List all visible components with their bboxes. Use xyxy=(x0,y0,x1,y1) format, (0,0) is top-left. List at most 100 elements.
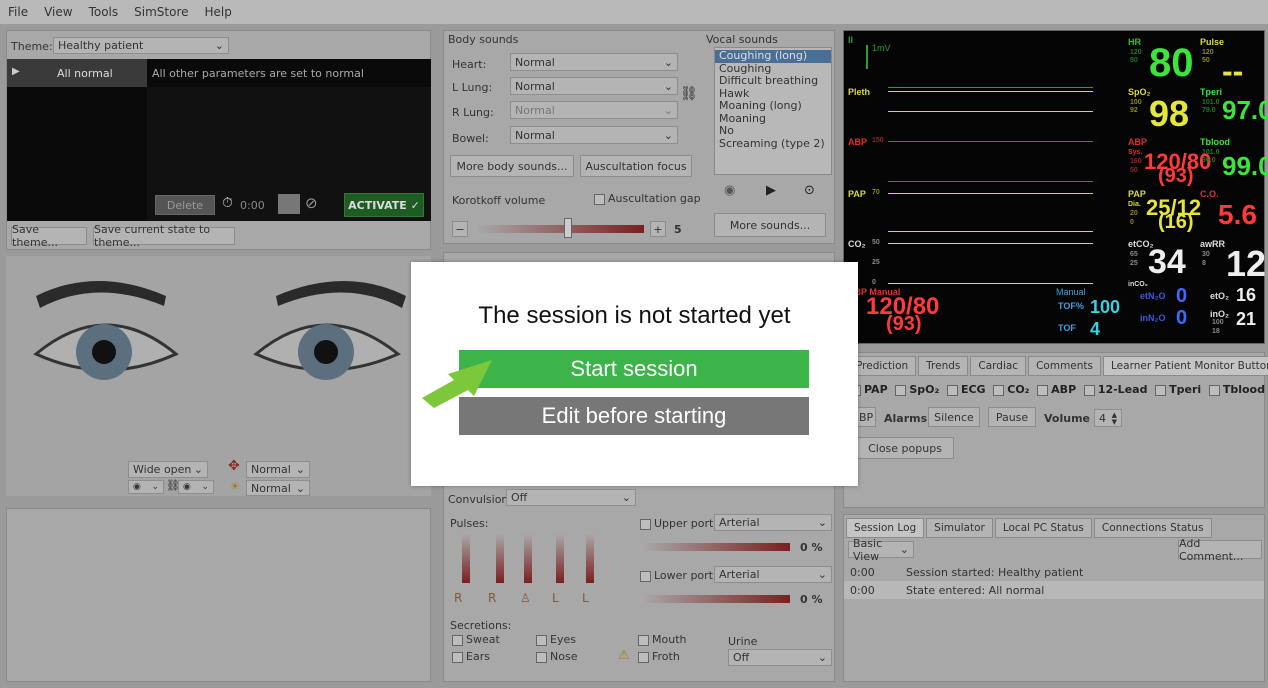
auscultation-gap-checkbox[interactable]: Auscultation gap xyxy=(594,192,701,205)
mouth-checkbox[interactable]: Mouth xyxy=(638,633,686,646)
list-item[interactable]: No xyxy=(715,124,831,138)
tab-simulator[interactable]: Simulator xyxy=(926,518,993,538)
list-item[interactable]: Screaming (type 2) xyxy=(715,137,831,151)
log-tab-strip: Session Log Simulator Local PC Status Conne… xyxy=(846,518,1214,538)
tab-learner-monitor-buttons[interactable]: Learner Patient Monitor Buttons xyxy=(1103,356,1268,376)
eyelid-select[interactable]: Wide open ⌄ xyxy=(128,461,208,478)
tab-prediction[interactable]: Prediction xyxy=(848,356,917,376)
tab-session-log[interactable]: Session Log xyxy=(846,518,925,538)
list-item[interactable]: Difficult breathing xyxy=(715,74,831,88)
volume-stepper[interactable]: 4 ▲ ▼ xyxy=(1094,409,1122,427)
save-state-button[interactable]: Save current state to theme... xyxy=(93,223,235,249)
chevron-down-icon: ⌄ xyxy=(193,463,203,476)
awrr-label: awRR xyxy=(1200,239,1226,249)
tblood-checkbox[interactable]: Tblood xyxy=(1208,383,1265,396)
heart-value: Normal xyxy=(515,55,555,69)
etn2o-value: 0 xyxy=(1176,285,1188,307)
auscultation-focus-button[interactable]: Auscultation focus xyxy=(580,155,692,177)
volume-plus-button[interactable]: + xyxy=(650,221,666,237)
pulse-radial-left[interactable] xyxy=(556,533,564,583)
l-lung-select[interactable]: Normal ⌄ xyxy=(510,77,678,95)
pap-dia-label: Dia. xyxy=(1128,201,1141,208)
12-lead-checkbox[interactable]: 12-Lead xyxy=(1083,383,1147,396)
eye-left-blink-select[interactable]: ◉ ⌄ xyxy=(128,480,164,494)
r-lung-select[interactable]: Normal ⌄ xyxy=(510,101,678,119)
menu-help[interactable]: Help xyxy=(197,0,240,24)
tab-cardiac[interactable]: Cardiac xyxy=(970,356,1027,376)
abp-checkbox[interactable]: ABP xyxy=(1037,383,1076,396)
list-item[interactable]: Moaning (long) xyxy=(715,99,831,113)
loop-icon[interactable]: ⊙ xyxy=(804,183,815,198)
log-text: Session started: Healthy patient xyxy=(906,566,1084,579)
menu-simstore[interactable]: SimStore xyxy=(126,0,196,24)
lower-port-checkbox[interactable]: Lower port xyxy=(640,569,713,582)
ears-checkbox[interactable]: Ears xyxy=(452,650,490,663)
eye-right-blink-select[interactable]: ◉ ⌄ xyxy=(178,480,214,494)
edit-before-starting-button[interactable]: Edit before starting xyxy=(459,397,809,435)
foot-left-icon[interactable]: L xyxy=(582,591,589,605)
tab-connections-status[interactable]: Connections Status xyxy=(1093,518,1212,538)
ecg-checkbox[interactable]: ECG xyxy=(946,383,986,396)
korotkoff-slider-thumb[interactable] xyxy=(564,218,572,238)
nose-checkbox[interactable]: Nose xyxy=(536,650,577,663)
froth-checkbox[interactable]: Froth xyxy=(638,650,680,663)
log-view-select[interactable]: Basic View ⌄ xyxy=(848,537,914,563)
heart-select[interactable]: Normal ⌄ xyxy=(510,53,678,71)
upper-port-label: Upper port xyxy=(654,517,714,530)
sweat-checkbox[interactable]: Sweat xyxy=(452,633,500,646)
upper-port-slider[interactable] xyxy=(640,543,790,551)
foot-right-icon[interactable]: R xyxy=(454,591,462,605)
tab-local-pc-status[interactable]: Local PC Status xyxy=(994,518,1092,538)
stop-icon[interactable]: ◉ xyxy=(724,183,735,198)
silence-button[interactable]: Silence xyxy=(928,407,980,427)
vocal-sounds-list[interactable]: Coughing (long) Coughing Difficult breat… xyxy=(714,47,832,175)
delete-button[interactable]: Delete xyxy=(155,195,215,215)
co2-checkbox[interactable]: CO₂ xyxy=(993,383,1030,396)
cancel-icon[interactable]: ⊘ xyxy=(305,194,318,212)
tab-comments[interactable]: Comments xyxy=(1028,356,1102,376)
pulse-carotid-left[interactable] xyxy=(462,533,470,583)
record-icon[interactable] xyxy=(278,194,300,214)
menu-file[interactable]: File xyxy=(0,0,36,24)
menu-tools[interactable]: Tools xyxy=(81,0,127,24)
pupil-select[interactable]: Normal ⌄ xyxy=(246,461,310,478)
close-popups-button[interactable]: Close popups xyxy=(856,437,954,459)
expand-arrow-icon[interactable]: ▶ xyxy=(12,66,20,77)
upper-port-checkbox[interactable]: Upper port xyxy=(640,517,713,530)
pulse-carotid-right[interactable] xyxy=(496,533,504,583)
stopwatch-icon[interactable]: ⏱ xyxy=(222,195,233,211)
start-session-button[interactable]: Start session xyxy=(459,350,809,388)
light-reaction-select[interactable]: Normal ⌄ xyxy=(246,480,310,496)
tab-trends[interactable]: Trends xyxy=(918,356,969,376)
neck-icon[interactable]: ♙ xyxy=(520,591,531,605)
urine-select[interactable]: Off ⌄ xyxy=(728,649,832,666)
pulse-femoral[interactable] xyxy=(524,533,532,583)
more-body-sounds-button[interactable]: More body sounds... xyxy=(450,155,574,177)
theme-select[interactable]: Healthy patient ⌄ xyxy=(53,37,229,54)
convulsions-select[interactable]: Off ⌄ xyxy=(506,489,636,506)
hand-right-icon[interactable]: R xyxy=(488,591,496,605)
eyes-label: Eyes xyxy=(550,633,576,646)
upper-port-select[interactable]: Arterial ⌄ xyxy=(714,514,832,531)
left-bottom-panel xyxy=(6,508,431,682)
activate-button[interactable]: ACTIVATE ✓ xyxy=(344,193,424,217)
lower-port-slider[interactable] xyxy=(640,595,790,603)
pulse-radial-right[interactable] xyxy=(586,533,594,583)
menu-view[interactable]: View xyxy=(36,0,80,24)
volume-minus-button[interactable]: − xyxy=(452,221,468,237)
add-comment-button[interactable]: Add Comment... xyxy=(1178,537,1262,563)
tperi-checkbox[interactable]: Tperi xyxy=(1155,383,1201,396)
pause-button[interactable]: Pause xyxy=(988,407,1036,427)
save-theme-button[interactable]: Save theme... xyxy=(11,223,87,249)
hand-left-icon[interactable]: L xyxy=(552,591,559,605)
lower-port-select[interactable]: Arterial ⌄ xyxy=(714,566,832,583)
patient-monitor: II 1mV HR 120 50 80 Pulse 120 50 -- Plet… xyxy=(843,30,1268,344)
bowel-select[interactable]: Normal ⌄ xyxy=(510,126,678,144)
more-sounds-button[interactable]: More sounds... xyxy=(714,213,826,237)
link-icon[interactable]: ⛓ xyxy=(680,86,698,102)
korotkoff-slider-track[interactable] xyxy=(474,225,644,233)
spo2-checkbox[interactable]: SpO₂ xyxy=(895,383,939,396)
list-item[interactable]: Coughing (long) xyxy=(715,49,831,63)
eyes-checkbox[interactable]: Eyes xyxy=(536,633,576,646)
play-icon[interactable]: ▶ xyxy=(766,183,776,198)
